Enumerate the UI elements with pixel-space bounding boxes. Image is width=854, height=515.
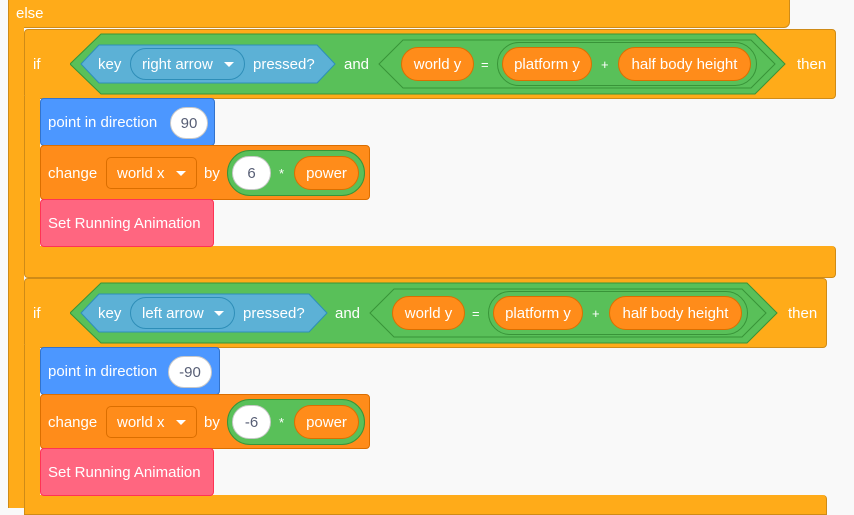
if-label-2: if: [33, 305, 41, 322]
chevron-down-icon: [176, 420, 186, 425]
variable-dropdown-value-1: world x: [117, 164, 165, 182]
change-amount-input-2[interactable]: -6: [232, 405, 271, 439]
else-control-arm: [8, 20, 24, 508]
key-dropdown-1[interactable]: right arrow: [130, 48, 245, 80]
then-label-1: then: [797, 56, 827, 73]
chevron-down-icon: [224, 62, 234, 67]
key-dropdown-value-2: left arrow: [142, 304, 204, 322]
pressed-label-1: pressed?: [253, 56, 315, 73]
multiply-sign-2: *: [279, 415, 285, 430]
world-y-reporter-2[interactable]: world y: [392, 296, 465, 330]
and-label-1: and: [344, 56, 370, 73]
if-block-1-arm: [24, 96, 40, 248]
multiply-sign-1: *: [279, 166, 285, 181]
equals-sign-1: =: [481, 57, 489, 72]
platform-y-reporter-1[interactable]: platform y: [502, 47, 592, 81]
by-label-1: by: [204, 165, 220, 182]
key-dropdown-2[interactable]: left arrow: [130, 297, 235, 329]
else-control-block[interactable]: [8, 0, 790, 28]
point-label-1: point in direction: [48, 114, 158, 131]
chevron-down-icon: [176, 171, 186, 176]
running-label-2: Set Running Animation: [48, 464, 201, 481]
and-label-2: and: [335, 305, 361, 322]
world-y-reporter-1[interactable]: world y: [401, 47, 474, 81]
plus-sign-1: +: [601, 57, 609, 72]
plus-sign-2: +: [592, 306, 600, 321]
chevron-down-icon: [214, 311, 224, 316]
if-block-2-foot: [24, 495, 827, 515]
if-block-2-arm: [24, 345, 40, 508]
running-label-1: Set Running Animation: [48, 215, 201, 232]
direction-input-2[interactable]: -90: [168, 356, 212, 388]
change-amount-input-1[interactable]: 6: [232, 156, 271, 190]
change-label-1: change: [48, 165, 98, 182]
variable-dropdown-value-2: world x: [117, 413, 165, 431]
power-reporter-2[interactable]: power: [294, 405, 359, 439]
pressed-label-2: pressed?: [243, 305, 305, 322]
if-block-1-foot: [24, 246, 836, 278]
variable-dropdown-2[interactable]: world x: [106, 406, 197, 438]
else-label: else: [16, 5, 44, 22]
key-label-2: key: [98, 305, 122, 322]
direction-input-1[interactable]: 90: [170, 107, 208, 139]
by-label-2: by: [204, 414, 220, 431]
key-label-1: key: [98, 56, 122, 73]
variable-dropdown-1[interactable]: world x: [106, 157, 197, 189]
if-label-1: if: [33, 56, 41, 73]
key-dropdown-value-1: right arrow: [142, 55, 213, 73]
platform-y-reporter-2[interactable]: platform y: [493, 296, 583, 330]
equals-sign-2: =: [472, 306, 480, 321]
point-label-2: point in direction: [48, 363, 158, 380]
half-body-height-reporter-1[interactable]: half body height: [618, 47, 751, 81]
half-body-height-reporter-2[interactable]: half body height: [609, 296, 742, 330]
then-label-2: then: [788, 305, 818, 322]
power-reporter-1[interactable]: power: [294, 156, 359, 190]
change-label-2: change: [48, 414, 98, 431]
